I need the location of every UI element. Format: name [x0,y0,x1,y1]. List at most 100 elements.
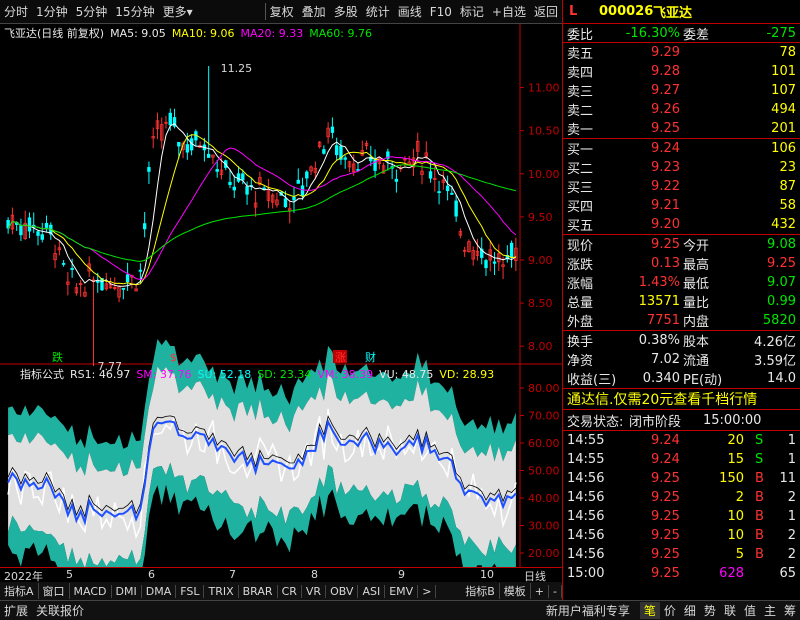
sell-order-volume: 201 [771,121,796,136]
candle-body [305,171,309,179]
stat-label: 换手 [567,335,594,350]
tab-price[interactable]: 价 [660,602,680,619]
buy-order-price: 9.20 [651,217,680,232]
toolbar-tab-15min[interactable]: 15分钟 [111,3,158,20]
tab-remove[interactable]: - [549,584,562,598]
ind-tick-label: 40.00 [528,492,560,505]
stat-label: 收益(三) [567,373,617,388]
tick-row: 14:56 9.25 5 B 2 [563,545,800,564]
tab-trend[interactable]: 势 [700,602,720,619]
promo-row[interactable]: 通达信.仅需20元查看千档行情 [563,389,800,410]
event-mark: 财 [365,350,376,364]
tick-count: 1 [787,433,796,448]
tab-template[interactable]: 模板 [500,583,531,599]
price-tick-label: 9.00 [528,254,553,267]
sell-order-row[interactable]: 卖四 9.28 101 [563,62,800,81]
tab-scroll-right[interactable]: > [418,584,437,598]
price-stats: 现价 9.25 今开 9.08 涨跌 0.13 最高 9.25 涨幅 1.43% 最低 9.07 总量 1… [563,235,800,331]
toolbar-tab-timeshare[interactable]: 分时 [0,3,32,20]
stat-label: 涨幅 [567,277,594,292]
candle-body [19,225,23,236]
tab-dma[interactable]: DMA [142,584,177,598]
tab-trix[interactable]: TRIX [204,584,239,598]
share-stat-row: 净资 7.02 流通 3.59亿 [563,350,800,369]
stat-label: PE(动) [683,373,723,388]
stat-label: 流通 [683,354,710,369]
candle-body [236,173,241,182]
ma5-line [7,123,517,287]
tab-main[interactable]: 主 [760,602,780,619]
tab-obv[interactable]: OBV [326,584,359,598]
buy-order-row[interactable]: 买一 9.24 106 [563,139,800,158]
add-watchlist-button[interactable]: +自选 [488,3,530,20]
stat-value: 0.13 [651,256,680,271]
stat-value: 9.25 [767,256,796,271]
tab-tick-detail[interactable]: 笔 [639,602,660,619]
candle-body [36,231,40,236]
tick-count: 1 [787,509,796,524]
statistics-button[interactable]: 统计 [362,3,394,20]
tab-brar[interactable]: BRAR [239,584,278,598]
new-user-promo-link[interactable]: 新用户福利专享 [542,602,634,619]
tab-emv[interactable]: EMV [385,584,419,598]
tick-price: 9.24 [651,433,680,448]
trade-status-label: 交易状态: [567,414,624,430]
toolbar-more[interactable]: 更多▾ [159,3,197,20]
stat-label: 内盘 [683,315,710,330]
overlay-button[interactable]: 叠加 [298,3,330,20]
tab-detail[interactable]: 细 [680,602,700,619]
tab-macd[interactable]: MACD [70,584,112,598]
ma20-value: MA20: 9.33 [240,26,304,40]
toolbar-tab-5min[interactable]: 5分钟 [72,3,112,20]
tick-row: 14:56 9.25 10 B 1 [563,507,800,526]
tick-direction: S [755,452,764,467]
mark-button[interactable]: 标记 [456,3,488,20]
candle-body [125,274,130,283]
tab-fsl[interactable]: FSL [176,584,205,598]
sell-order-row[interactable]: 卖二 9.26 494 [563,100,800,119]
sell-order-label: 卖三 [567,85,594,100]
tab-asi[interactable]: ASI [358,584,386,598]
stat-row: 现价 9.25 今开 9.08 [563,235,800,254]
promo-text[interactable]: 通达信.仅需20元查看千档行情 [567,389,757,409]
stat-label: 总量 [567,296,594,311]
buy-order-row[interactable]: 买二 9.23 23 [563,158,800,177]
candle-body [283,198,288,208]
tab-value[interactable]: 值 [740,602,760,619]
kline-chart-canvas[interactable]: 11.00 10.50 10.00 9.50 9.00 8.50 8.00 80.00 70.… [0,24,562,567]
buy-order-volume: 23 [779,160,796,175]
sell-order-row[interactable]: 卖一 9.25 201 [563,119,800,138]
tab-add[interactable]: + [531,584,550,598]
tab-window[interactable]: 窗口 [39,583,70,599]
tick-count: 1 [787,452,796,467]
candle-body [509,242,514,258]
tab-vr[interactable]: VR [302,584,327,598]
buy-order-row[interactable]: 买四 9.21 58 [563,196,800,215]
tab-indicator-b[interactable]: 指标B [461,583,500,599]
stat-label: 涨跌 [567,258,594,273]
related-quote-button[interactable]: 关联报价 [32,602,88,619]
indicator-name[interactable]: 指标公式 [20,366,64,382]
sell-order-row[interactable]: 卖三 9.27 107 [563,81,800,100]
sell-order-row[interactable]: 卖五 9.29 78 [563,43,800,62]
buy-order-row[interactable]: 买五 9.20 432 [563,215,800,234]
tick-volume: 15 [727,452,744,467]
price-tick-label: 10.50 [528,125,560,138]
tab-cr[interactable]: CR [278,584,302,598]
back-button[interactable]: 返回 [530,3,562,20]
buy-order-row[interactable]: 买三 9.22 87 [563,177,800,196]
draw-line-button[interactable]: 画线 [394,3,426,20]
ind-tick-label: 70.00 [528,410,560,423]
tick-volume: 10 [727,509,744,524]
toolbar-tab-1min[interactable]: 1分钟 [32,3,72,20]
expand-button[interactable]: 扩展 [0,602,32,619]
trade-status-time: 15:00:00 [703,412,762,428]
f10-button[interactable]: F10 [426,5,456,19]
tab-chips[interactable]: 筹 [780,602,800,619]
multi-stock-button[interactable]: 多股 [330,3,362,20]
candle-body [168,112,172,126]
tab-related[interactable]: 联 [720,602,740,619]
tab-dmi[interactable]: DMI [112,584,142,598]
tab-indicator-a[interactable]: 指标A [0,583,39,599]
fuquan-button[interactable]: 复权 [264,3,298,20]
